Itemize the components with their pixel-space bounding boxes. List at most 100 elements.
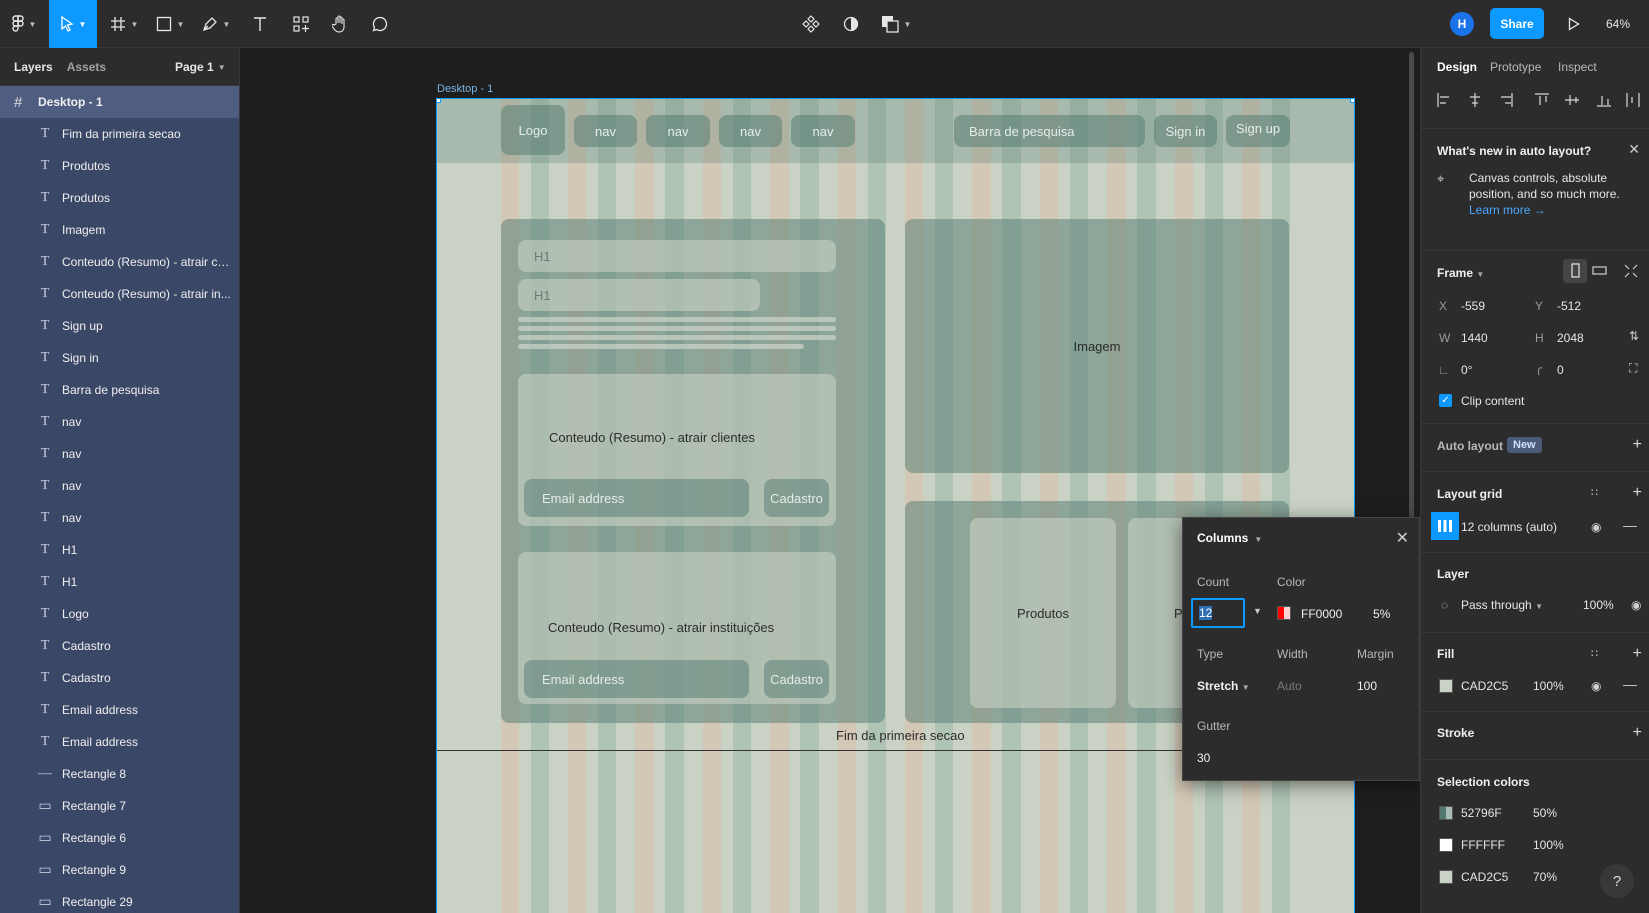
selection-color-hex[interactable]: CAD2C5 [1461,870,1508,884]
fill-opacity-input[interactable]: 100% [1533,679,1564,693]
count-input[interactable]: 12 [1191,598,1245,628]
layer-item[interactable]: T Cadastro [0,630,239,662]
page-selector[interactable]: Page 1 ▼ [175,48,226,86]
grid-styles-icon[interactable]: ∷ [1591,486,1598,499]
move-tool-button[interactable]: ▼ [49,0,97,48]
rotation-input[interactable]: 0° [1461,363,1472,377]
resources-button[interactable] [285,0,317,48]
cadastro-block-1[interactable]: Cadastro [764,479,829,517]
layer-item[interactable]: T H1 [0,534,239,566]
selection-color-hex[interactable]: 52796F [1461,806,1502,820]
nav-item-3[interactable]: nav [719,115,782,147]
layer-item[interactable]: ▭ Rectangle 6 [0,822,239,854]
product-card-1[interactable]: Produtos [970,518,1116,708]
selection-color-swatch[interactable] [1439,806,1453,820]
fill-styles-icon[interactable]: ∷ [1591,647,1598,660]
desktop-frame[interactable]: Logo nav nav nav nav Barra de pesquisa S… [436,98,1355,913]
tab-design[interactable]: Design [1437,60,1477,74]
layer-item[interactable]: T Sign up [0,310,239,342]
alignment-icons[interactable] [1435,91,1645,109]
frame-label[interactable]: Desktop - 1 [437,83,493,95]
zoom-level[interactable]: 64% [1606,0,1630,48]
grid-color-hex[interactable]: FF0000 [1301,607,1342,621]
add-grid-icon[interactable]: + [1633,484,1642,502]
corner-radius-input[interactable]: 0 [1557,363,1564,377]
layer-opacity-input[interactable]: 100% [1583,598,1614,612]
layer-item[interactable]: T Produtos [0,150,239,182]
layer-item[interactable]: ▭ Rectangle 7 [0,790,239,822]
layer-frame-desktop[interactable]: # Desktop - 1 [0,86,239,118]
canvas[interactable]: Desktop - 1 Logo nav nav nav nav Barra d… [240,48,1420,913]
nav-item-4[interactable]: nav [791,115,855,147]
layer-item[interactable]: T Cadastro [0,662,239,694]
constrain-proportions-icon[interactable]: ⇅ [1629,329,1639,343]
layer-item[interactable]: Tnav [0,470,239,502]
grid-color-opacity[interactable]: 5% [1373,607,1390,621]
layer-item[interactable]: Tnav [0,406,239,438]
tab-inspect[interactable]: Inspect [1558,60,1597,74]
nav-item-2[interactable]: nav [646,115,710,147]
layer-item[interactable]: T Sign in [0,342,239,374]
remove-fill-icon[interactable]: — [1623,676,1637,692]
layer-item[interactable]: ▭ Rectangle 9 [0,854,239,886]
fill-hex-input[interactable]: CAD2C5 [1461,679,1508,693]
layer-item[interactable]: T Conteudo (Resumo) - atrair in... [0,278,239,310]
search-bar-block[interactable]: Barra de pesquisa [954,115,1145,147]
h1-placeholder-1[interactable]: H1 [518,240,836,272]
blend-mode-select[interactable]: Pass through ▼ [1461,598,1543,612]
learn-more-link[interactable]: Learn more → [1469,203,1546,217]
add-stroke-icon[interactable]: + [1633,724,1642,742]
layer-item[interactable]: — Rectangle 8 [0,758,239,790]
selection-color-opacity[interactable]: 50% [1533,806,1557,820]
fill-color-swatch[interactable] [1439,679,1453,693]
landscape-orientation-button[interactable] [1588,259,1612,283]
eye-icon[interactable]: ◉ [1591,520,1601,534]
add-auto-layout-icon[interactable]: + [1633,436,1642,454]
layer-item[interactable]: ▭ Rectangle 29 [0,886,239,913]
shape-tool-button[interactable]: ▼ [150,0,190,48]
resize-handle-tr[interactable] [1350,99,1354,103]
components-button[interactable] [795,0,827,48]
share-button[interactable]: Share [1490,8,1544,39]
layer-item[interactable]: Tnav [0,502,239,534]
portrait-orientation-button[interactable] [1563,259,1587,283]
x-input[interactable]: -559 [1461,299,1485,313]
chevron-down-icon[interactable]: ▼ [1253,606,1262,616]
close-icon[interactable]: ✕ [1396,528,1409,548]
independent-corners-icon[interactable]: ⛶ [1629,361,1637,376]
resize-handle-tl[interactable] [437,99,441,103]
w-input[interactable]: 1440 [1461,331,1488,345]
layer-item[interactable]: Tnav [0,438,239,470]
resize-to-fit-button[interactable] [1619,259,1643,283]
type-select[interactable]: Stretch ▼ [1197,679,1250,693]
main-menu-button[interactable]: ▼ [6,0,42,48]
nav-item-1[interactable]: nav [574,115,637,147]
width-input[interactable]: Auto [1277,679,1302,693]
margin-input[interactable]: 100 [1357,679,1377,693]
frame-tool-button[interactable]: ▼ [104,0,144,48]
grid-type-select[interactable]: Columns ▼ [1197,531,1262,545]
content-institutions-text[interactable]: Conteudo (Resumo) - atrair instituições [548,620,774,635]
boolean-ops-button[interactable]: ▼ [876,0,916,48]
content-clients-text[interactable]: Conteudo (Resumo) - atrair clientes [549,430,755,445]
remove-grid-icon[interactable]: — [1623,517,1637,533]
layer-item[interactable]: T Email address [0,726,239,758]
selection-color-opacity[interactable]: 100% [1533,838,1564,852]
eye-icon[interactable]: ◉ [1591,679,1601,693]
layout-grid-item[interactable]: 12 columns (auto) [1461,520,1557,534]
gutter-input[interactable]: 30 [1197,751,1210,765]
text-tool-button[interactable] [244,0,276,48]
layer-item[interactable]: T H1 [0,566,239,598]
layer-item[interactable]: T Imagem [0,214,239,246]
hand-tool-button[interactable] [324,0,356,48]
layer-item[interactable]: T Logo [0,598,239,630]
email-input-block-2[interactable]: Email address [524,660,749,698]
layer-item[interactable]: T Produtos [0,182,239,214]
sign-up-block[interactable]: Sign up [1226,115,1290,147]
sign-in-block[interactable]: Sign in [1154,115,1217,147]
close-icon[interactable]: ✕ [1628,141,1640,158]
comment-tool-button[interactable] [364,0,396,48]
layer-item[interactable]: T Barra de pesquisa [0,374,239,406]
h-input[interactable]: 2048 [1557,331,1584,345]
email-input-block-1[interactable]: Email address [524,479,749,517]
